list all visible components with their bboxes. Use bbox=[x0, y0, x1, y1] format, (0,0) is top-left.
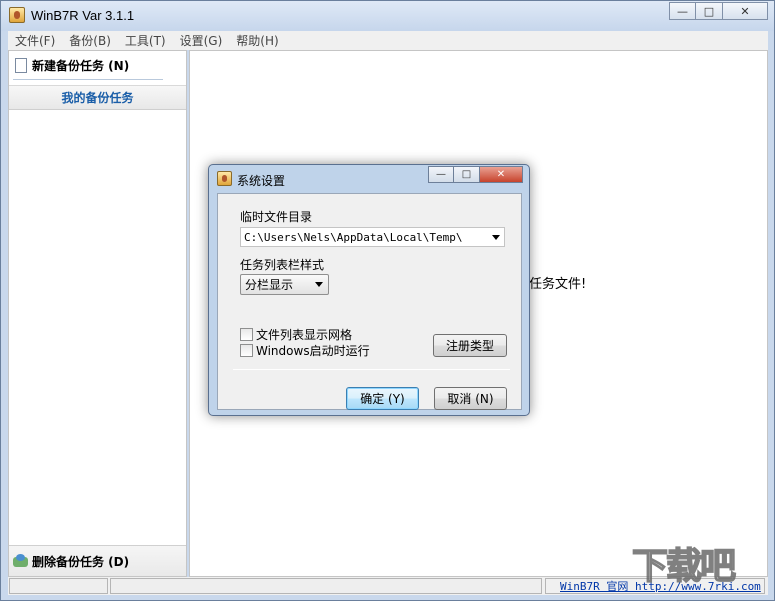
cancel-button[interactable]: 取消 (N) bbox=[434, 387, 507, 410]
watermark-logo: 下载吧 bbox=[631, 545, 737, 588]
title-bar[interactable]: WinB7R Var 3.1.1 — □ ✕ bbox=[1, 1, 774, 31]
menu-settings[interactable]: 设置(G) bbox=[173, 32, 230, 49]
ok-button[interactable]: 确定 (Y) bbox=[346, 387, 419, 410]
show-grid-checkbox[interactable] bbox=[240, 328, 253, 341]
dialog-title: 系统设置 bbox=[237, 174, 286, 188]
dialog-maximize-button[interactable]: □ bbox=[454, 166, 480, 183]
status-cell-2 bbox=[110, 578, 542, 594]
new-task-button[interactable]: 新建备份任务 (N) bbox=[9, 51, 186, 79]
dialog-title-bar[interactable]: 系统设置 — □ ✕ bbox=[209, 165, 529, 190]
chevron-down-icon bbox=[492, 235, 500, 240]
temp-dir-label: 临时文件目录 bbox=[240, 210, 313, 224]
maximize-button[interactable]: □ bbox=[696, 2, 723, 20]
dialog-close-button[interactable]: ✕ bbox=[480, 166, 523, 183]
new-document-icon bbox=[15, 57, 27, 73]
main-hint-text: 任务文件! bbox=[529, 277, 587, 292]
autostart-option[interactable]: Windows启动时运行 bbox=[240, 342, 370, 359]
menu-file[interactable]: 文件(F) bbox=[8, 32, 62, 49]
taskbar-style-select[interactable]: 分栏显示 bbox=[240, 274, 329, 295]
menu-help[interactable]: 帮助(H) bbox=[229, 32, 285, 49]
caption-buttons: — □ ✕ bbox=[669, 2, 768, 20]
close-button[interactable]: ✕ bbox=[723, 2, 768, 20]
temp-dir-value: C:\Users\Nels\AppData\Local\Temp\ bbox=[244, 230, 463, 244]
delete-task-label: 删除备份任务 (D) bbox=[32, 554, 130, 569]
register-type-button[interactable]: 注册类型 bbox=[433, 334, 507, 357]
new-task-label: 新建备份任务 (N) bbox=[32, 58, 130, 73]
minimize-button[interactable]: — bbox=[669, 2, 696, 20]
menu-backup[interactable]: 备份(B) bbox=[62, 32, 118, 49]
autostart-checkbox[interactable] bbox=[240, 344, 253, 357]
dialog-divider bbox=[233, 369, 510, 370]
app-icon bbox=[9, 7, 25, 23]
temp-dir-combo[interactable]: C:\Users\Nels\AppData\Local\Temp\ bbox=[240, 227, 505, 247]
dialog-app-icon bbox=[217, 171, 232, 186]
status-cell-1 bbox=[9, 578, 108, 594]
menu-bar: 文件(F) 备份(B) 工具(T) 设置(G) 帮助(H) bbox=[8, 31, 768, 50]
taskbar-style-value: 分栏显示 bbox=[245, 278, 294, 292]
autostart-label: Windows启动时运行 bbox=[256, 344, 370, 358]
menu-tools[interactable]: 工具(T) bbox=[118, 32, 173, 49]
dialog-caption-buttons: — □ ✕ bbox=[428, 166, 523, 183]
taskbar-style-label: 任务列表栏样式 bbox=[240, 258, 325, 272]
task-list[interactable] bbox=[9, 111, 186, 543]
delete-task-button[interactable]: 删除备份任务 (D) bbox=[9, 545, 186, 576]
dialog-body: 临时文件目录 C:\Users\Nels\AppData\Local\Temp\… bbox=[217, 193, 522, 410]
show-grid-option[interactable]: 文件列表显示网格 bbox=[240, 326, 352, 343]
settings-dialog: 系统设置 — □ ✕ 临时文件目录 C:\Users\Nels\AppData\… bbox=[208, 164, 530, 416]
my-tasks-header[interactable]: 我的备份任务 bbox=[9, 85, 186, 110]
window-title: WinB7R Var 3.1.1 bbox=[31, 8, 135, 23]
sidebar: 新建备份任务 (N) 我的备份任务 删除备份任务 (D) bbox=[8, 50, 187, 577]
sidebar-divider bbox=[13, 79, 163, 80]
show-grid-label: 文件列表显示网格 bbox=[256, 328, 353, 342]
dialog-minimize-button[interactable]: — bbox=[428, 166, 454, 183]
chevron-down-icon bbox=[315, 282, 323, 287]
delete-task-icon bbox=[13, 554, 29, 568]
